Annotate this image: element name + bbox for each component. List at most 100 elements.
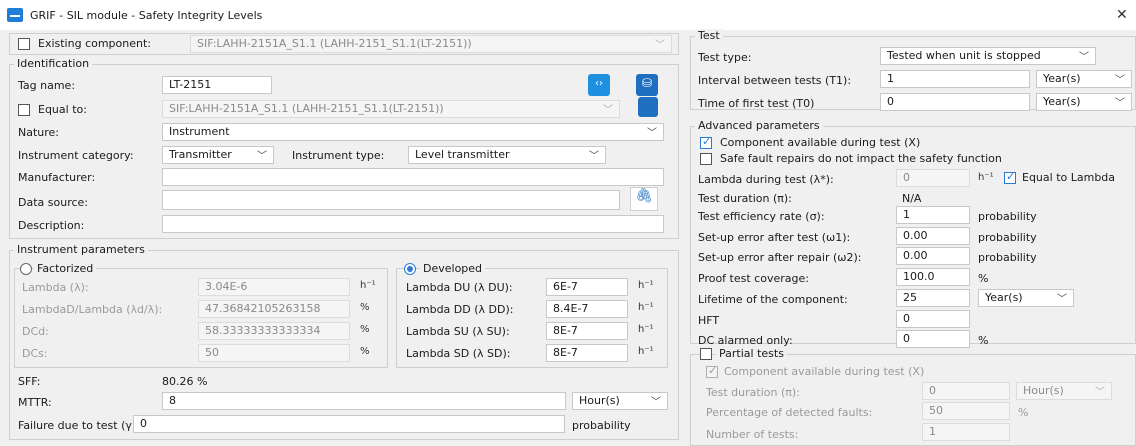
first-test-label: Time of first test (T0) [698, 97, 815, 110]
factorized-param-unit: h⁻¹ [360, 280, 376, 291]
component-available-label: Component available during test (X) [720, 136, 921, 149]
efficiency-label: Test efficiency rate (σ): [698, 210, 825, 223]
existing-component-checkbox[interactable] [18, 38, 30, 50]
factorized-param-input[interactable]: 50 [198, 344, 350, 362]
test-type-value: Tested when unit is stopped [887, 49, 1041, 62]
identification-title: Identification [14, 57, 93, 70]
lifetime-unit-value: Year(s) [985, 291, 1023, 304]
data-source-label: Data source: [18, 196, 88, 209]
lifetime-input[interactable]: 25 [896, 289, 970, 307]
factorized-param-input[interactable]: 47.36842105263158 [198, 300, 350, 318]
first-test-unit-value: Year(s) [1043, 95, 1081, 108]
manufacturer-input[interactable] [162, 168, 664, 186]
proof-coverage-input[interactable]: 100.0 [896, 268, 970, 286]
developed-radio[interactable] [404, 263, 416, 275]
setup-test-input[interactable]: 0.00 [896, 227, 970, 245]
equal-to-checkbox[interactable] [18, 104, 30, 116]
partial-number-input[interactable]: 1 [922, 423, 1010, 441]
developed-param-input[interactable]: 8E-7 [546, 322, 628, 340]
partial-duration-unit-select[interactable]: Hour(s) ﹀ [1016, 382, 1112, 400]
tag-name-input[interactable]: LT-2151 [162, 76, 272, 94]
nature-select[interactable]: Instrument ﹀ [162, 123, 664, 141]
dc-alarmed-unit: % [978, 334, 989, 347]
factorized-param-unit: % [360, 346, 370, 357]
factorized-param-unit: % [360, 302, 370, 313]
existing-component-label: Existing component: [38, 37, 152, 50]
copy-icon[interactable] [638, 97, 658, 117]
instrument-type-label: Instrument type: [292, 149, 385, 162]
partial-duration-input[interactable]: 0 [922, 382, 1010, 400]
partial-detected-input[interactable]: 50 [922, 402, 1010, 420]
chevron-down-icon: ﹀ [655, 40, 665, 51]
safe-fault-label: Safe fault repairs do not impact the saf… [720, 152, 1002, 165]
factorized-param-unit: % [360, 324, 370, 335]
chevron-down-icon: ﹀ [1095, 387, 1105, 398]
hft-input[interactable]: 0 [896, 310, 970, 328]
description-label: Description: [18, 219, 85, 232]
existing-component-select[interactable]: SIF:LAHH-2151A_S1.1 (LAHH-2151_S1.1(LT-2… [190, 35, 672, 53]
setup-repair-input[interactable]: 0.00 [896, 247, 970, 265]
dc-alarmed-label: DC alarmed only: [698, 334, 793, 347]
lifetime-label: Lifetime of the component: [698, 293, 848, 306]
factorized-radio[interactable] [20, 263, 32, 275]
efficiency-input[interactable]: 1 [896, 206, 970, 224]
factorized-param-input[interactable]: 3.04E-6 [198, 278, 350, 296]
description-input[interactable] [162, 215, 664, 233]
chevron-down-icon: ﹀ [1115, 98, 1125, 109]
advanced-parameters-title: Advanced parameters [695, 119, 823, 132]
close-icon[interactable]: ✕ [1116, 7, 1128, 23]
developed-param-unit: h⁻¹ [638, 302, 654, 313]
mttr-label: MTTR: [18, 396, 52, 409]
failure-test-input[interactable]: 0 [133, 415, 565, 433]
setup-test-unit: probability [978, 231, 1037, 244]
interval-input[interactable]: 1 [880, 70, 1030, 88]
developed-param-input[interactable]: 6E-7 [546, 278, 628, 296]
partial-tests-checkbox[interactable] [700, 348, 712, 360]
nature-label: Nature: [18, 126, 60, 139]
mttr-unit-value: Hour(s) [579, 394, 620, 407]
test-type-label: Test type: [698, 51, 752, 64]
developed-param-input[interactable]: 8E-7 [546, 344, 628, 362]
interval-unit-select[interactable]: Year(s) ﹀ [1036, 70, 1132, 88]
instrument-type-select[interactable]: Level transmitter ﹀ [408, 146, 606, 164]
database-icon-glyph: ⛁ [642, 76, 653, 90]
chevron-down-icon: ﹀ [651, 397, 661, 408]
partial-component-available-label: Component available during test (X) [724, 365, 925, 378]
chevron-down-icon: ﹀ [1115, 75, 1125, 86]
test-duration-value: N/A [902, 192, 922, 205]
mttr-unit-select[interactable]: Hour(s) ﹀ [572, 392, 668, 410]
lambda-test-input[interactable]: 0 [896, 169, 970, 187]
partial-component-available-checkbox[interactable] [706, 364, 718, 378]
instrument-category-select[interactable]: Transmitter ﹀ [162, 146, 274, 164]
data-source-input[interactable] [162, 190, 620, 210]
mttr-input[interactable]: 8 [162, 392, 566, 410]
window-title: GRIF - SIL module - Safety Integrity Lev… [30, 9, 263, 22]
first-test-input[interactable]: 0 [880, 93, 1030, 111]
equal-to-lambda-checkbox[interactable] [1004, 170, 1016, 184]
dc-alarmed-input[interactable]: 0 [896, 330, 970, 348]
developed-label: Developed [420, 262, 486, 275]
developed-param-label: Lambda SD (λ SD): [406, 347, 511, 360]
instrument-category-value: Transmitter [169, 148, 232, 161]
equal-to-label: Equal to: [38, 103, 87, 116]
partial-tests-title: Partial tests [716, 347, 787, 360]
partial-detected-label: Percentage of detected faults: [706, 406, 873, 419]
sff-value: 80.26 % [162, 375, 208, 388]
test-title: Test [695, 29, 723, 42]
partial-detected-unit: % [1018, 406, 1029, 419]
lifetime-unit-select[interactable]: Year(s) ﹀ [978, 289, 1074, 307]
safe-fault-checkbox[interactable] [700, 153, 712, 165]
developed-param-input[interactable]: 8.4E-7 [546, 300, 628, 318]
factorized-param-input[interactable]: 58.33333333333334 [198, 322, 350, 340]
test-duration-label: Test duration (π): [698, 192, 792, 205]
manufacturer-label: Manufacturer: [18, 171, 96, 184]
factorized-param-label: Lambda (λ): [22, 281, 89, 294]
test-type-select[interactable]: Tested when unit is stopped ﹀ [880, 47, 1096, 65]
lambda-test-label: Lambda during test (λ*): [698, 173, 834, 186]
equal-to-select[interactable]: SIF:LAHH-2151A_S1.1 (LAHH-2151_S1.1(LT-2… [162, 100, 620, 118]
instrument-parameters-title: Instrument parameters [14, 243, 148, 256]
component-available-checkbox[interactable] [700, 135, 712, 149]
app-icon [7, 8, 23, 22]
first-test-unit-select[interactable]: Year(s) ﹀ [1036, 93, 1132, 111]
paperclip-icon[interactable]: 🖇 [630, 187, 658, 211]
